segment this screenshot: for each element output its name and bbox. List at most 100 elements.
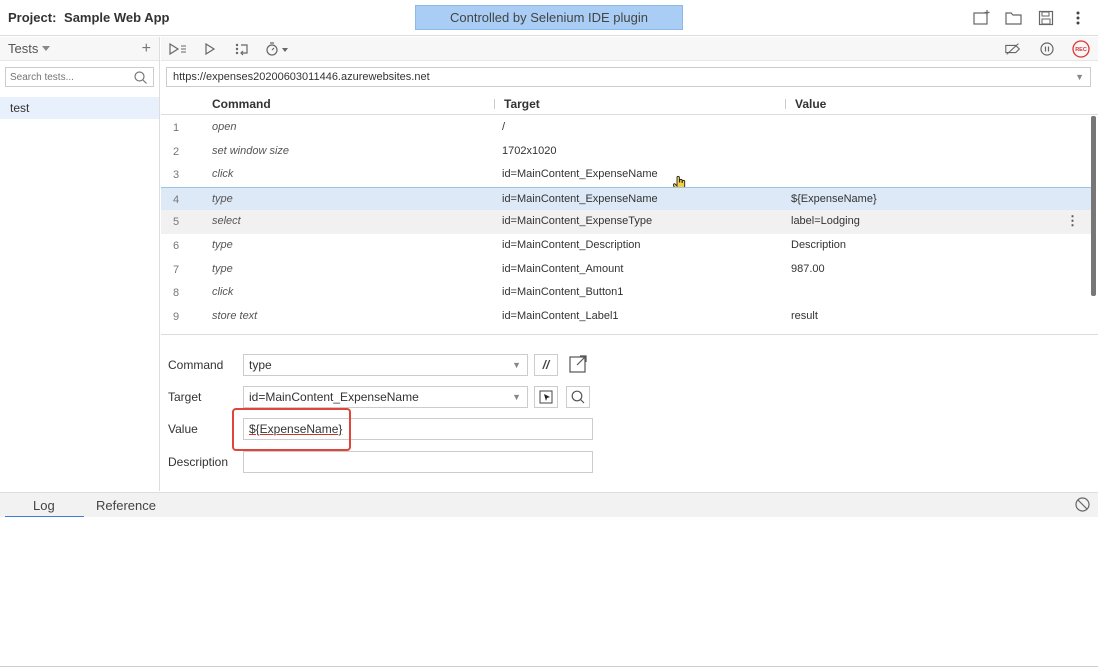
find-target-button[interactable]	[566, 386, 590, 408]
row-value: label=Lodging	[791, 215, 860, 228]
table-row[interactable]: 2 set window size 1702x1020	[161, 140, 1091, 164]
chevron-down-icon[interactable]: ▼	[512, 387, 521, 407]
table-row[interactable]: 8 click id=MainContent_Button1	[161, 281, 1091, 305]
run-test-icon[interactable]	[201, 40, 219, 58]
command-editor: Command type ▼ // Target id=MainContent_…	[161, 336, 1098, 491]
search-icon[interactable]	[134, 70, 147, 84]
row-command: click	[212, 286, 234, 299]
project-title: Project: Sample Web App	[8, 10, 170, 25]
pause-on-exceptions-icon[interactable]	[1038, 40, 1056, 58]
row-number: 9	[173, 310, 180, 323]
clear-log-icon[interactable]	[1075, 497, 1090, 515]
column-header-value: Value	[795, 97, 827, 111]
project-name[interactable]: Sample Web App	[64, 10, 169, 25]
row-target: id=MainContent_Description	[502, 239, 641, 251]
disable-breakpoints-icon[interactable]	[1004, 40, 1022, 58]
row-value: result	[791, 309, 818, 322]
column-header-target: Target	[504, 97, 540, 111]
description-label: Description	[168, 455, 229, 469]
target-value: id=MainContent_ExpenseName	[249, 390, 419, 404]
base-url-value: https://expenses20200603011446.azurewebs…	[173, 71, 430, 83]
column-header-command: Command	[212, 97, 271, 111]
highlight-annotation	[232, 408, 351, 451]
row-command: type	[212, 239, 233, 251]
table-row-selected[interactable]: 4 type id=MainContent_ExpenseName ${Expe…	[161, 186, 1091, 211]
row-number: 6	[173, 240, 180, 252]
row-command: set window size	[212, 144, 290, 157]
row-command: open	[212, 121, 237, 133]
row-value: ${ExpenseName}	[791, 192, 877, 205]
table-row[interactable]: 3 click id=MainContent_ExpenseName	[161, 163, 1091, 193]
run-all-tests-icon[interactable]	[169, 40, 187, 58]
speed-timer-icon[interactable]	[265, 40, 291, 58]
table-row[interactable]: 1 open /	[161, 116, 1091, 140]
bottom-panel-tabs: Log Reference	[0, 492, 1098, 518]
command-label: Command	[168, 358, 224, 372]
row-command: type	[212, 192, 233, 205]
row-target: id=MainContent_Label1	[502, 309, 619, 322]
description-input[interactable]	[243, 451, 593, 473]
row-number: 7	[173, 263, 180, 276]
search-box	[5, 67, 154, 87]
target-label: Target	[168, 390, 202, 404]
row-command: click	[212, 168, 234, 181]
search-tests-input[interactable]	[10, 71, 134, 83]
row-target: id=MainContent_Amount	[502, 262, 624, 275]
row-target: 1702x1020	[502, 144, 557, 157]
row-command: select	[212, 215, 241, 228]
row-command: store text	[212, 309, 258, 322]
row-number: 2	[173, 145, 180, 158]
log-output	[0, 517, 1098, 667]
row-target: id=MainContent_ExpenseType	[502, 215, 653, 228]
command-value: type	[249, 358, 272, 372]
row-number: 1	[173, 122, 180, 134]
search-icon	[571, 390, 585, 404]
rec-label: REC	[1075, 47, 1087, 53]
command-table: 1 open / 2 set window size 1702x1020 3 c…	[161, 116, 1098, 335]
tests-label: Tests	[8, 41, 39, 56]
row-number: 5	[173, 216, 180, 229]
tab-reference[interactable]: Reference	[96, 498, 156, 513]
row-target: id=MainContent_ExpenseName	[502, 192, 658, 205]
main-toolbar: REC	[161, 37, 1098, 61]
tab-log[interactable]: Log	[33, 498, 55, 513]
command-input[interactable]: type ▼	[243, 354, 528, 376]
comment-toggle-button[interactable]: //	[534, 354, 558, 376]
table-scrollbar[interactable]	[1091, 116, 1096, 296]
row-number: 4	[173, 193, 180, 206]
sidebar: Tests + test	[0, 37, 160, 491]
project-label: Project:	[8, 10, 57, 25]
row-value: Description	[791, 239, 847, 251]
row-menu-icon[interactable]: ⋮	[1066, 213, 1079, 229]
row-value: 987.00	[791, 262, 825, 275]
chevron-down-icon	[42, 45, 51, 51]
new-project-icon[interactable]	[972, 8, 992, 28]
chevron-down-icon[interactable]: ▼	[512, 355, 521, 375]
table-row[interactable]: 6 type id=MainContent_Description Descri…	[161, 234, 1091, 258]
save-project-icon[interactable]	[1036, 8, 1056, 28]
more-options-icon[interactable]	[1068, 8, 1088, 28]
chevron-down-icon[interactable]: ▼	[1075, 68, 1084, 86]
row-target: /	[502, 121, 506, 133]
select-target-button[interactable]	[534, 386, 558, 408]
step-over-icon[interactable]	[233, 40, 251, 58]
row-number: 8	[173, 287, 180, 300]
record-icon[interactable]: REC	[1072, 40, 1090, 58]
app-header: Project: Sample Web App Controlled by Se…	[0, 0, 1098, 36]
value-label: Value	[168, 422, 198, 436]
table-row[interactable]: 7 type id=MainContent_Amount 987.00	[161, 258, 1091, 282]
base-url-select[interactable]: https://expenses20200603011446.azurewebs…	[166, 67, 1091, 87]
tests-dropdown[interactable]: Tests	[8, 41, 51, 56]
controlled-banner: Controlled by Selenium IDE plugin	[415, 5, 683, 30]
table-row[interactable]: 9 store text id=MainContent_Label1 resul…	[161, 305, 1091, 329]
open-project-icon[interactable]	[1004, 8, 1024, 28]
row-number: 3	[173, 169, 180, 182]
command-table-header: Command Target Value	[161, 93, 1098, 115]
test-list-item[interactable]: test	[0, 97, 159, 119]
row-target: id=MainContent_Button1	[502, 286, 624, 299]
add-test-button[interactable]: +	[142, 40, 151, 58]
target-input[interactable]: id=MainContent_ExpenseName ▼	[243, 386, 528, 408]
open-reference-icon[interactable]	[566, 353, 590, 375]
select-target-icon	[539, 390, 553, 404]
table-row[interactable]: 5 select id=MainContent_ExpenseType labe…	[161, 210, 1091, 234]
